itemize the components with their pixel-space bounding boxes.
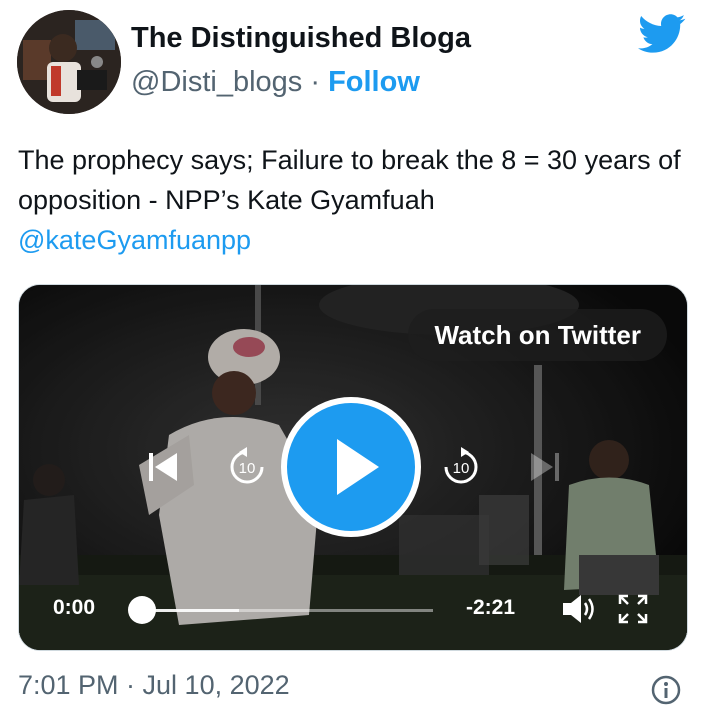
current-time: 0:00 [53,596,96,619]
author-avatar[interactable] [17,10,121,114]
fullscreen-icon[interactable] [617,593,649,625]
forward-seconds-label: 10 [453,460,470,477]
play-icon [337,439,379,495]
author-handle[interactable]: @Disti_blogs [131,66,302,98]
tweet-timestamp[interactable]: 7:01 PM · Jul 10, 2022 [18,670,290,701]
info-icon[interactable] [650,674,682,706]
tweet-body: The prophecy says; Failure to break the … [18,145,681,215]
tweet-text: The prophecy says; Failure to break the … [18,140,698,260]
tweet-mention-link[interactable]: @kateGyamfuanpp [18,225,251,255]
follow-button[interactable]: Follow [328,66,420,98]
author-handle-row: @Disti_blogs · Follow [131,66,420,99]
avatar-photo [17,10,121,114]
rewind-10-button[interactable]: 10 [227,447,267,487]
skip-back-icon[interactable] [147,450,179,484]
rewind-10-icon: 10 [230,447,264,484]
handle-separator: · [302,66,329,98]
forward-10-button[interactable]: 10 [441,447,481,487]
play-button[interactable] [281,397,421,537]
video-player[interactable]: Watch on Twitter 10 10 0:00 -2:21 [18,284,688,651]
progress-knob[interactable] [128,596,156,624]
watch-on-twitter-button[interactable]: Watch on Twitter [408,309,667,361]
volume-icon[interactable] [561,591,599,627]
buffered-fill [143,609,239,612]
author-display-name[interactable]: The Distinguished Bloga [131,22,471,55]
rewind-seconds-label: 10 [239,460,256,477]
skip-next-icon[interactable] [529,450,561,484]
twitter-bird-icon[interactable] [638,14,686,54]
forward-10-icon: 10 [444,447,478,484]
remaining-time: -2:21 [466,596,516,619]
